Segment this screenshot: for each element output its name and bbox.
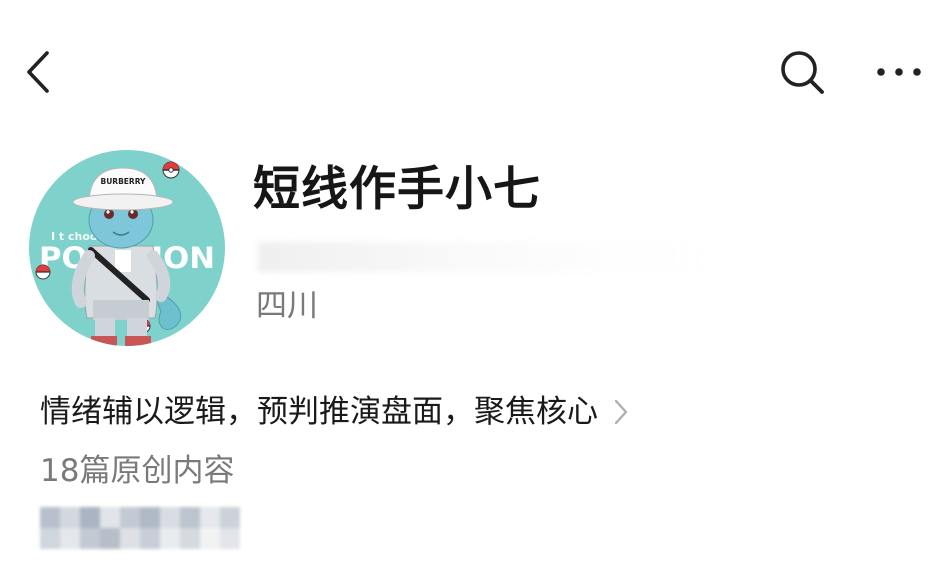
search-button[interactable] (772, 44, 832, 100)
account-name: 短线作手小七 (253, 162, 541, 217)
chevron-left-icon (27, 51, 49, 93)
bio-text: 情绪辅以逻辑，预判推演盘面，聚焦核心 (40, 394, 598, 430)
avatar-illustration: I t choose you! POKEMON BURBERRY (29, 150, 225, 346)
redacted-info (258, 242, 718, 272)
chevron-right-icon (614, 399, 628, 425)
location-label: 四川 (256, 288, 318, 324)
search-icon (781, 51, 824, 94)
bio-row[interactable]: 情绪辅以逻辑，预判推演盘面，聚焦核心 (40, 386, 628, 438)
back-button[interactable] (14, 44, 62, 100)
avatar-hat-text: BURBERRY (101, 177, 147, 186)
redacted-mosaic (40, 507, 240, 549)
article-count[interactable]: 18篇原创内容 (40, 449, 234, 493)
avatar[interactable]: I t choose you! POKEMON BURBERRY (29, 150, 225, 346)
more-button[interactable] (868, 50, 930, 94)
more-horizontal-icon (877, 68, 921, 76)
